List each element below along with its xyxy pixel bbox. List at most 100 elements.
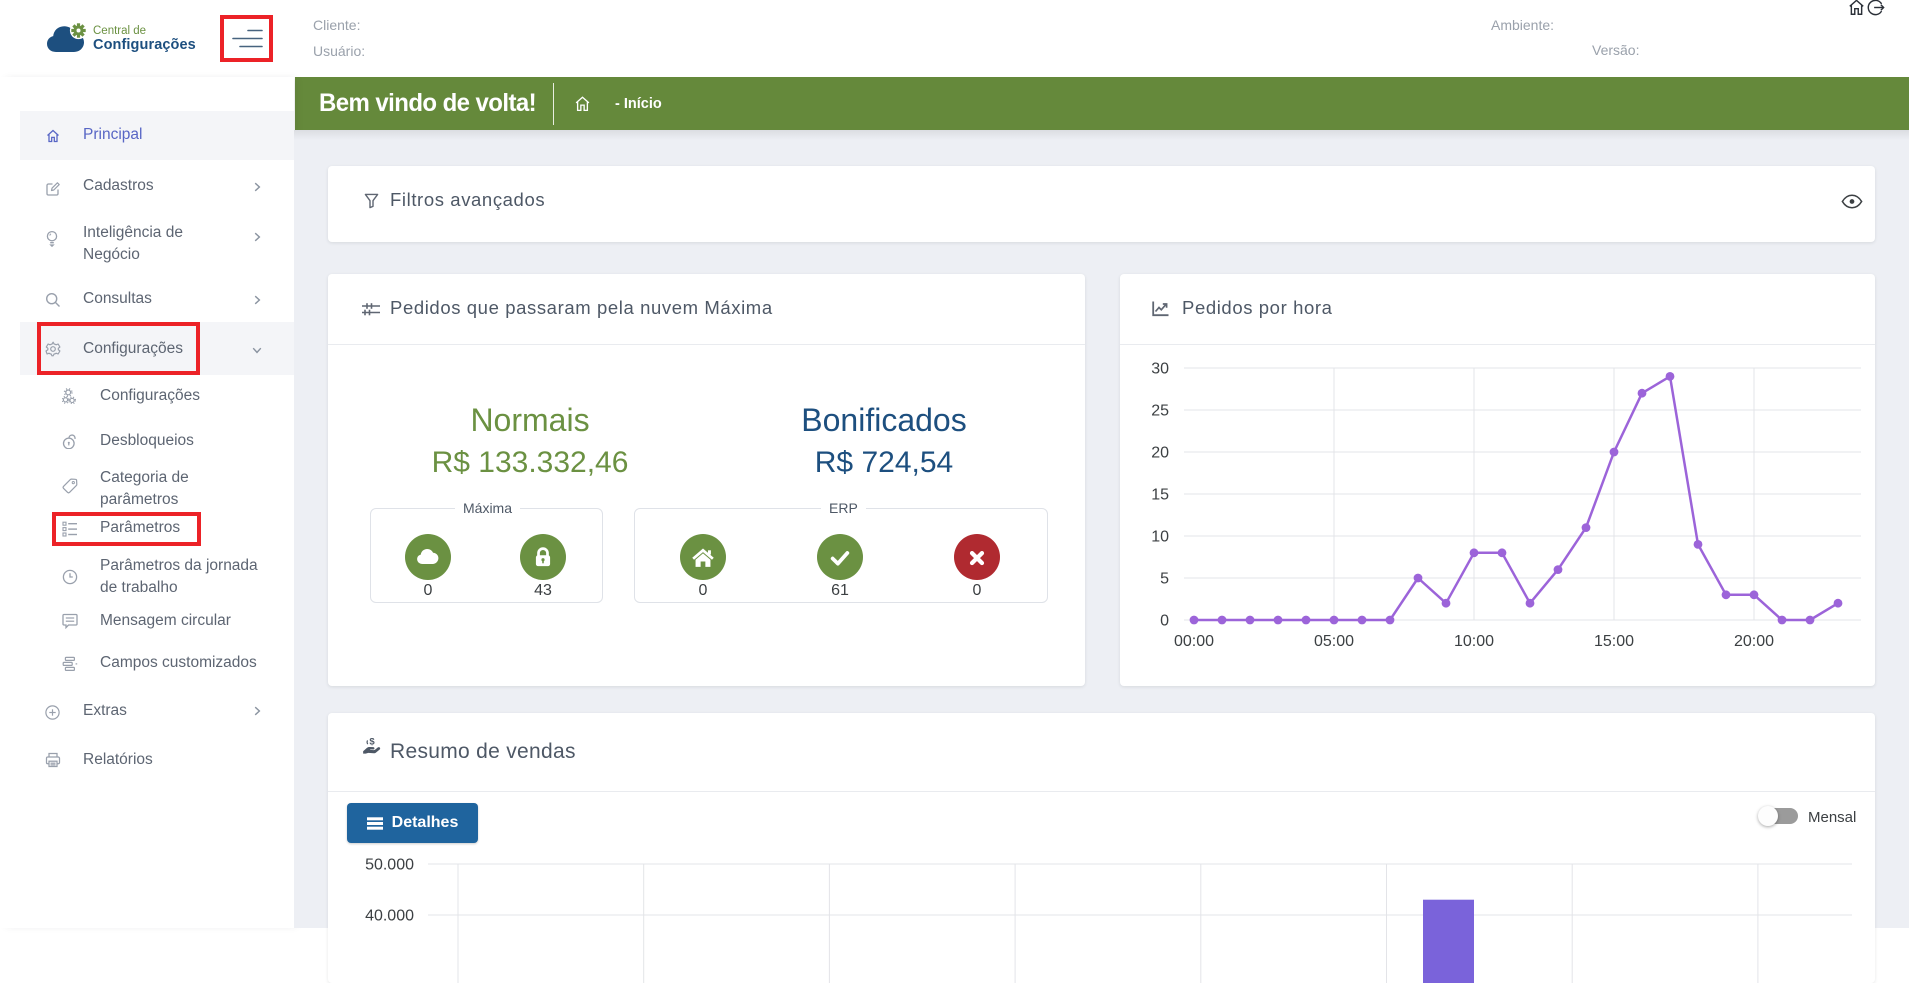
counter-circle-cloud: [405, 534, 451, 580]
y-axis-tick-label: 5: [1160, 571, 1169, 588]
monthly-toggle-label: Mensal: [1808, 809, 1857, 826]
data-point: [1693, 540, 1703, 549]
bar: [1423, 899, 1474, 983]
sidebar-item-relatorios[interactable]: Relatórios: [20, 742, 294, 786]
chevron-down-icon: [252, 347, 262, 354]
home-icon-banner[interactable]: [573, 95, 592, 113]
data-point: [1609, 447, 1619, 457]
sidebar-item-label: Principal: [83, 126, 143, 143]
counter-circle-lock: [520, 534, 566, 580]
top-header: Central de Configurações Cliente: Usuári…: [0, 0, 1909, 77]
sidebar-item-label: Relatórios: [83, 751, 153, 768]
breadcrumb[interactable]: - Início: [615, 96, 662, 112]
y-axis-tick-label: 10: [1151, 529, 1169, 546]
sidebar-item-configuracoes[interactable]: Configurações: [20, 322, 294, 375]
x-axis-tick-label: 10:00: [1454, 633, 1494, 650]
sidebar-item-label: Mensagem circular: [100, 612, 231, 629]
logo-text-line1: Central de: [93, 25, 147, 37]
sidebar-item-sub-configuracoes[interactable]: Configurações: [20, 377, 294, 421]
chevron-right-icon: [254, 232, 261, 242]
sidebar-item-consultas[interactable]: Consultas: [20, 282, 294, 326]
search-icon: [45, 292, 60, 307]
sidebar-item-label: Desbloqueios: [100, 432, 194, 449]
printer-icon: [45, 752, 61, 768]
counter-value: 61: [831, 582, 849, 599]
data-point: [1385, 615, 1395, 625]
data-point: [1413, 573, 1423, 583]
chevron-right-icon: [254, 295, 261, 305]
bonificados-value: R$ 724,54: [814, 446, 954, 479]
sidebar-item-cadastros[interactable]: Cadastros: [20, 167, 294, 211]
counter-circle-home: [680, 534, 726, 580]
sidebar-item-label: Campos customizados: [100, 654, 257, 671]
sidebar-item-label: Configurações: [83, 340, 183, 357]
normais-label: Normais: [470, 402, 590, 438]
gear-icon: [45, 341, 61, 357]
card-header-divider: [328, 344, 1085, 345]
details-button[interactable]: Detalhes: [347, 803, 478, 843]
data-point: [1581, 523, 1591, 532]
sidebar-item-label: Parâmetros: [100, 519, 181, 536]
erp-legend: ERP: [821, 500, 866, 516]
sidebar-item-label: Consultas: [83, 290, 152, 307]
data-point: [1497, 548, 1507, 558]
filters-title: Filtros avançados: [390, 189, 546, 210]
sidebar: Principal Cadastros Inteligência de Negóci…: [0, 77, 294, 928]
counter-circle-check: [817, 534, 863, 580]
home-icon-topright[interactable]: [1847, 0, 1866, 17]
field-label-cliente: Cliente:: [313, 17, 361, 33]
home-icon: [692, 548, 714, 567]
data-point: [1721, 590, 1731, 600]
sidebar-item-label: Inteligência de Negócio: [83, 224, 183, 263]
hand-dollar-icon: $: [363, 737, 381, 754]
sidebar-item-principal[interactable]: Principal: [20, 111, 294, 160]
x-axis-tick-label: 15:00: [1594, 633, 1634, 650]
sidebar-item-parametros-da-jornada[interactable]: Parâmetros da jornada de trabalho: [20, 548, 294, 596]
y-axis-tick-label: 30: [1151, 361, 1169, 378]
data-point: [1189, 615, 1199, 625]
monthly-toggle[interactable]: [1758, 806, 1798, 826]
counter-value: 0: [698, 582, 708, 599]
data-point: [1273, 615, 1283, 625]
filters-panel[interactable]: Filtros avançados: [328, 166, 1875, 242]
cloud-logo-icon: [47, 21, 88, 52]
y-axis-tick-label: 15: [1151, 487, 1169, 504]
lock-icon: [535, 546, 551, 566]
edit-icon: [46, 182, 60, 196]
main-content: Filtros avançados Pedidos que passaram p…: [294, 130, 1909, 983]
x-icon: [969, 550, 985, 565]
data-point: [1637, 388, 1647, 398]
logout-icon[interactable]: [1867, 0, 1886, 17]
sidebar-toggle-button[interactable]: [222, 16, 272, 61]
chevron-right-icon: [254, 706, 261, 716]
sliders-icon: [362, 303, 380, 316]
data-point: [1329, 615, 1339, 625]
sidebar-item-label: Extras: [83, 702, 127, 719]
normais-value: R$ 133.332,46: [431, 446, 629, 479]
message-icon: [62, 613, 78, 629]
sales-chart: 50.000 40.000: [365, 857, 1852, 983]
data-point: [1357, 615, 1367, 625]
eye-icon[interactable]: [1841, 194, 1863, 209]
sidebar-item-extras[interactable]: Extras: [20, 693, 294, 737]
bonificados-label: Bonificados: [801, 402, 967, 438]
sidebar-item-categoria-de-parametros[interactable]: Categoria de parâmetros: [20, 460, 294, 508]
y-axis-tick-label: 20: [1151, 445, 1169, 462]
sales-summary-card: $ Resumo de vendas Detalhes Mensal 50.00…: [328, 713, 1875, 983]
tag-icon: [62, 478, 78, 494]
listsq-icon: [62, 521, 77, 537]
field-label-usuario: Usuário:: [313, 43, 366, 59]
sidebar-item-mensagem-circular[interactable]: Mensagem circular: [20, 603, 294, 647]
sidebar-item-campos-customizados[interactable]: Campos customizados: [20, 645, 294, 689]
data-point: [1833, 598, 1843, 608]
cloud-icon: [417, 548, 439, 564]
card-header-divider3: [328, 791, 1875, 792]
data-point: [1777, 615, 1787, 625]
maxima-legend: Máxima: [455, 500, 521, 516]
orders-summary-card: Pedidos que passaram pela nuvem Máxima N…: [328, 274, 1085, 686]
toggle-knob: [1758, 806, 1778, 826]
x-axis-tick-label: 00:00: [1174, 633, 1214, 650]
orders-per-hour-chart: 0 5 10 15 20 25 30 00:00 05:00 10:00 15:00 20:00: [1151, 361, 1861, 650]
data-point: [1525, 598, 1535, 608]
sidebar-item-inteligencia-de-negocio[interactable]: Inteligência de Negócio: [20, 215, 294, 263]
